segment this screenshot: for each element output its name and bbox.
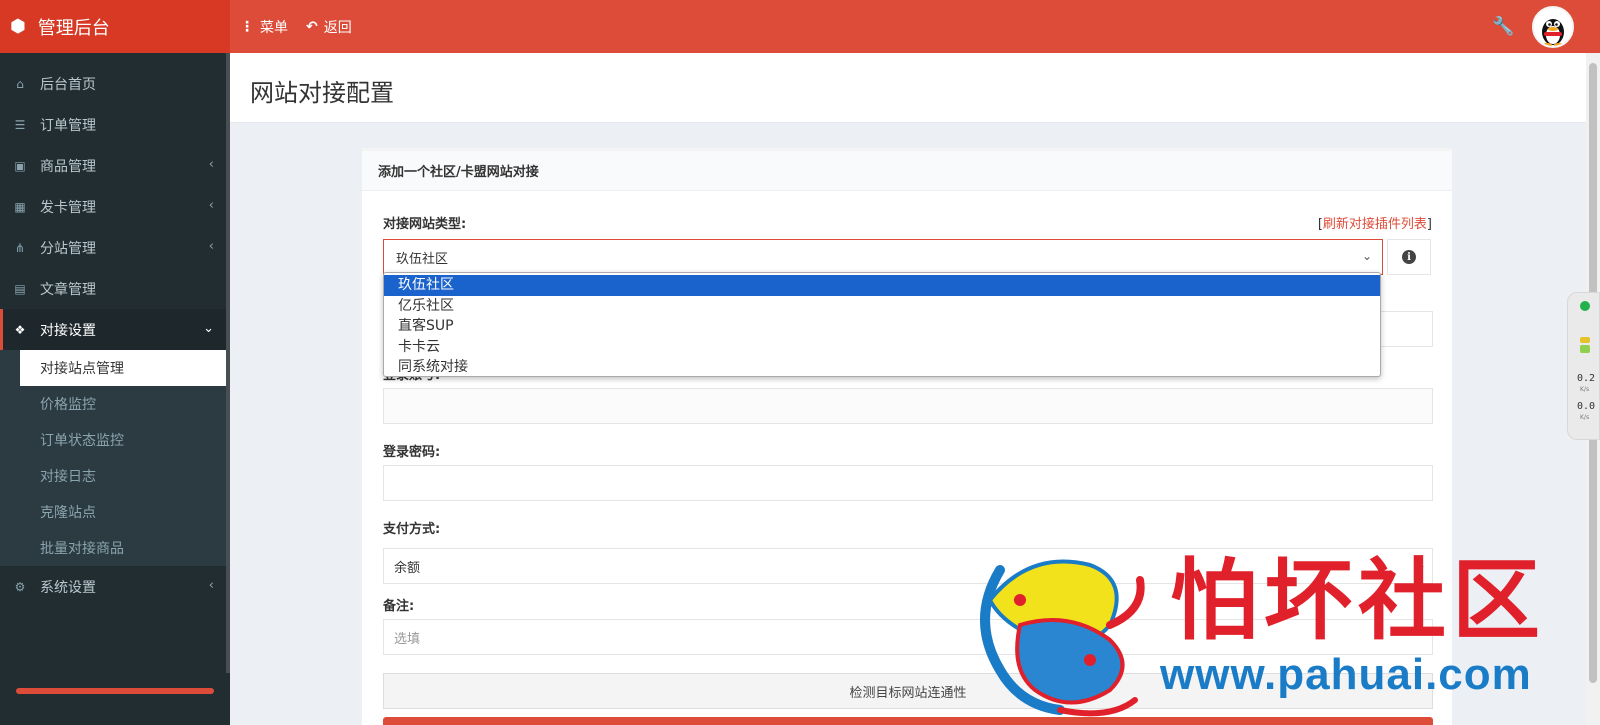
- qq-penguin-icon: [1542, 19, 1564, 46]
- reply-icon: ↶: [306, 18, 318, 35]
- status-bar-yellow: [1580, 337, 1590, 343]
- sidebar-submenu: 对接站点管理 价格监控 订单状态监控 对接日志 克隆站点 批量对接商品: [0, 350, 230, 566]
- sidebar-item-label: 商品管理: [40, 158, 96, 175]
- box-title: 添加一个社区/卡盟网站对接: [362, 151, 1452, 191]
- brand[interactable]: ⬢ 管理后台: [0, 0, 230, 53]
- sidebar-item-label: 文章管理: [40, 281, 96, 298]
- status-dot-green: [1580, 301, 1590, 311]
- sidebar-item-cards[interactable]: ▦ 发卡管理 ‹: [0, 186, 230, 227]
- cart-icon: ▣: [14, 158, 26, 173]
- remark-placeholder: 选填: [394, 631, 421, 647]
- cube-icon: ⬢: [10, 16, 26, 37]
- menu-toggle-button[interactable]: ⋮ 菜单: [240, 17, 288, 37]
- dropdown-option[interactable]: 直客SUP: [384, 316, 1380, 337]
- sidebar-item-label: 系统设置: [40, 579, 96, 596]
- gear-icon: ⚙: [14, 579, 26, 594]
- wrench-icon[interactable]: 🔧: [1492, 16, 1514, 37]
- sidebar-item-home[interactable]: ⌂ 后台首页: [0, 63, 230, 104]
- sidebar-scrollbar[interactable]: [226, 53, 230, 673]
- refresh-bracket-close: ]: [1426, 217, 1432, 232]
- chevron-left-icon: ‹: [208, 239, 214, 254]
- payment-selected-value: 余额: [394, 560, 421, 576]
- back-button[interactable]: ↶ 返回: [306, 17, 352, 37]
- chevron-left-icon: ‹: [208, 157, 214, 172]
- site-type-label: 对接网站类型:: [383, 217, 467, 232]
- list-icon: ☰: [14, 117, 26, 132]
- payment-label: 支付方式:: [383, 522, 441, 537]
- sidebar-item-products[interactable]: ▣ 商品管理 ‹: [0, 145, 230, 186]
- top-header: ⬢ 管理后台 ⋮ 菜单 ↶ 返回 🔧: [0, 0, 1600, 53]
- password-field[interactable]: [383, 465, 1433, 501]
- back-label: 返回: [323, 19, 352, 36]
- chevron-left-icon: ‹: [208, 578, 214, 593]
- sidebar-subitem-docking-log[interactable]: 对接日志: [0, 458, 230, 494]
- remark-label: 备注:: [383, 599, 415, 614]
- site-type-select[interactable]: 玖伍社区 ⌄: [383, 239, 1383, 275]
- site-type-selected-value: 玖伍社区: [396, 251, 449, 267]
- sidebar-item-articles[interactable]: ▤ 文章管理: [0, 268, 230, 309]
- grid-icon: ▦: [14, 199, 26, 214]
- sidebar-subitem-order-status-monitor[interactable]: 订单状态监控: [0, 422, 230, 458]
- sidebar-subitem-site-management[interactable]: 对接站点管理: [20, 350, 230, 386]
- sidebar-item-system-settings[interactable]: ⚙ 系统设置 ‹: [0, 566, 230, 607]
- top-nav: ⋮ 菜单 ↶ 返回: [240, 0, 370, 53]
- watermark-name: 怕坏社区: [1170, 548, 1547, 652]
- download-speed: 0.0: [1577, 401, 1596, 412]
- book-icon: ▤: [14, 281, 26, 296]
- refresh-plugin-list: [刷新对接插件列表]: [1318, 213, 1432, 232]
- page-title: 网站对接配置: [250, 79, 394, 107]
- download-unit: K/s: [1580, 414, 1590, 421]
- vertical-ellipsis-icon: ⋮: [240, 18, 254, 35]
- menu-toggle-label: 菜单: [260, 19, 288, 36]
- password-label: 登录密码:: [383, 445, 441, 460]
- refresh-plugin-list-link[interactable]: 刷新对接插件列表: [1323, 217, 1427, 232]
- sidebar-item-substations[interactable]: ⋔ 分站管理 ‹: [0, 227, 230, 268]
- sidebar-subitem-price-monitor[interactable]: 价格监控: [0, 386, 230, 422]
- chevron-down-icon: ⌄: [203, 321, 214, 336]
- chevron-down-icon: ⌄: [1361, 249, 1372, 263]
- avatar[interactable]: [1532, 6, 1574, 48]
- cubes-icon: ❖: [14, 322, 26, 337]
- sidebar: ⌂ 后台首页 ☰ 订单管理 ▣ 商品管理 ‹ ▦ 发卡管理 ‹ ⋔ 分站管理 ‹…: [0, 53, 230, 725]
- sidebar-subitem-batch-docking[interactable]: 批量对接商品: [0, 530, 230, 566]
- home-icon: ⌂: [16, 76, 24, 91]
- sidebar-item-orders[interactable]: ☰ 订单管理: [0, 104, 230, 145]
- sidebar-item-label: 分站管理: [40, 240, 96, 257]
- watermark: 怕坏社区 www.pahuai.com: [960, 540, 1600, 725]
- content-header: 网站对接配置: [230, 53, 1586, 123]
- status-bar-green: [1580, 345, 1590, 353]
- upload-speed: 0.2: [1577, 373, 1596, 384]
- sidebar-item-label: 订单管理: [40, 117, 96, 134]
- dropdown-option[interactable]: 卡卡云: [384, 337, 1380, 358]
- sidebar-subitem-clone-site[interactable]: 克隆站点: [0, 494, 230, 530]
- network-speed-widget[interactable]: 0.2 K/s 0.0 K/s: [1567, 292, 1600, 440]
- site-type-dropdown: 玖伍社区 亿乐社区 直客SUP 卡卡云 同系统对接: [383, 272, 1381, 377]
- account-field[interactable]: [383, 388, 1433, 424]
- sitemap-icon: ⋔: [14, 240, 26, 255]
- sidebar-item-label: 对接设置: [40, 322, 96, 339]
- upload-unit: K/s: [1580, 386, 1590, 393]
- sidebar-item-docking-settings[interactable]: ❖ 对接设置 ⌄: [0, 309, 230, 350]
- sidebar-progress-bar: [16, 688, 214, 694]
- sidebar-item-label: 发卡管理: [40, 199, 96, 216]
- sidebar-item-label: 后台首页: [40, 76, 96, 93]
- dropdown-option[interactable]: 亿乐社区: [384, 296, 1380, 317]
- brand-title: 管理后台: [37, 17, 110, 39]
- dropdown-option[interactable]: 玖伍社区: [384, 275, 1380, 296]
- chevron-left-icon: ‹: [208, 198, 214, 213]
- koi-fish-logo-icon: [980, 559, 1145, 717]
- info-icon: i: [1402, 250, 1416, 264]
- dropdown-option[interactable]: 同系统对接: [384, 357, 1380, 378]
- info-button[interactable]: i: [1387, 239, 1431, 275]
- watermark-url: www.pahuai.com: [1160, 650, 1532, 699]
